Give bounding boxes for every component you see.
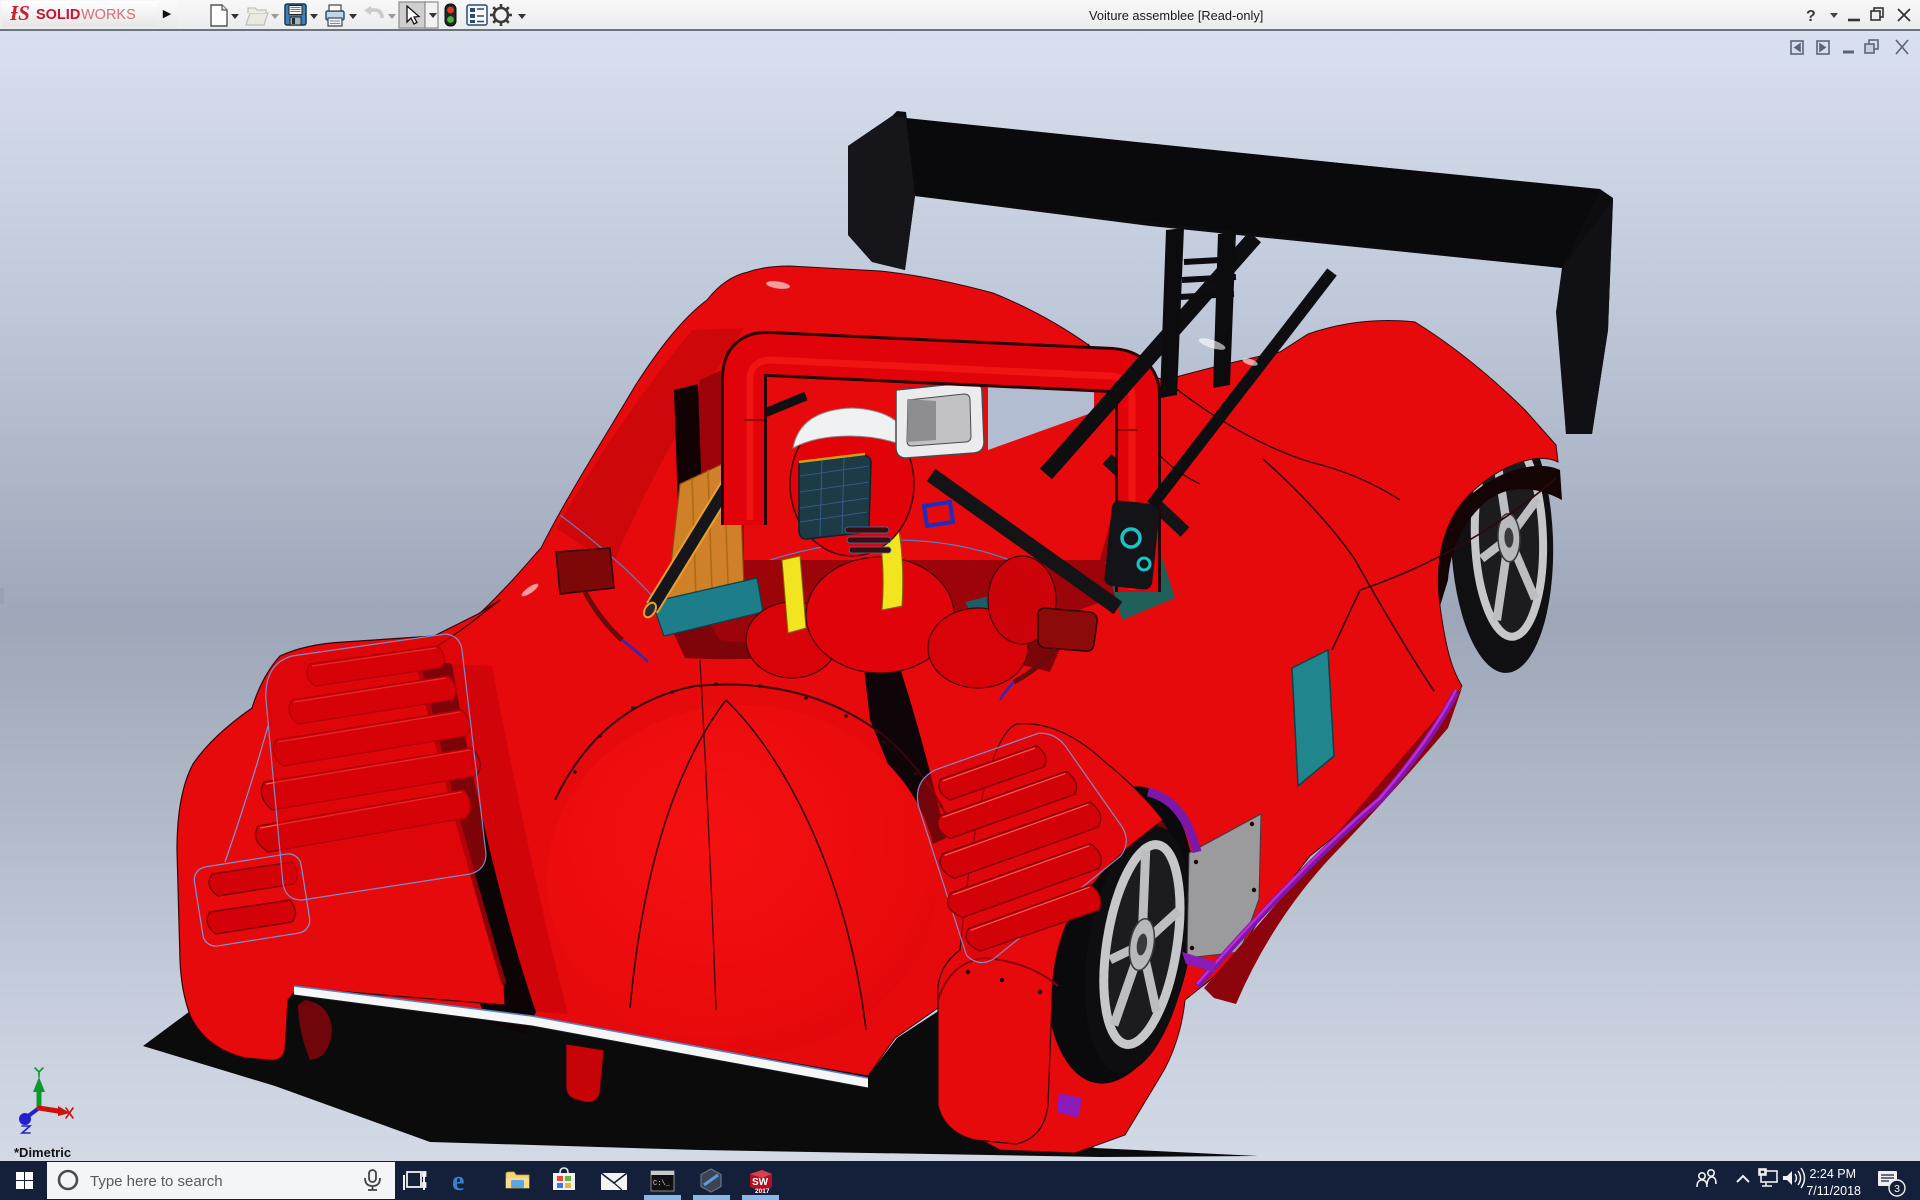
svg-text:e: e (452, 1166, 464, 1197)
svg-text:?: ? (1806, 8, 1816, 25)
svg-text:2:24 PM: 2:24 PM (1809, 1167, 1856, 1181)
svg-text:2017: 2017 (755, 1188, 770, 1195)
svg-text:C:\_: C:\_ (653, 1180, 671, 1188)
svg-text:*Dimetric: *Dimetric (14, 1145, 71, 1160)
svg-text:SW: SW (752, 1177, 769, 1188)
svg-text:Type here to search: Type here to search (90, 1173, 223, 1190)
svg-text:3: 3 (1894, 1183, 1900, 1195)
svg-text:7/11/2018: 7/11/2018 (1806, 1184, 1861, 1198)
